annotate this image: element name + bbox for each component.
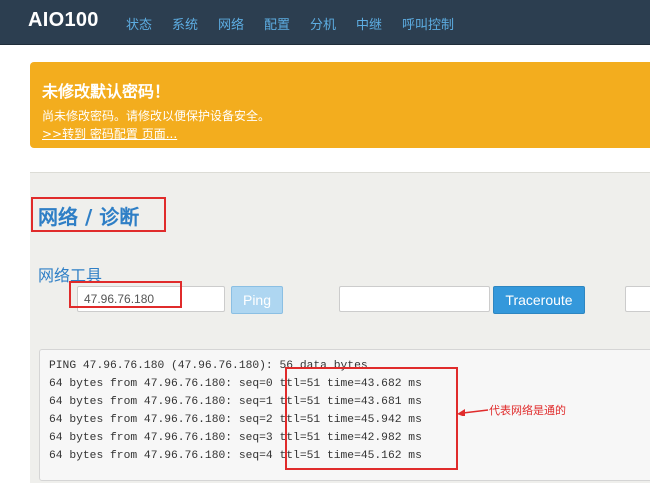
annotation-box-page-title (31, 197, 166, 232)
nav-item-trunk[interactable]: 中继 (356, 14, 382, 33)
nav-item-extension[interactable]: 分机 (310, 14, 336, 33)
annotation-box-ttl-results (285, 367, 458, 470)
traceroute-button[interactable]: Traceroute (493, 286, 585, 314)
top-navbar: AIO100 状态 系统 网络 配置 分机 中继 呼叫控制 (0, 0, 650, 45)
nslookup-address-input[interactable] (625, 286, 650, 312)
nav-item-network[interactable]: 网络 (218, 14, 244, 33)
password-warning-alert: 未修改默认密码！ 尚未修改密码。请修改以便保护设备安全。 >>转到 密码配置 页… (30, 62, 650, 148)
alert-text: 尚未修改密码。请修改以便保护设备安全。 (42, 109, 271, 123)
nav-item-call-control[interactable]: 呼叫控制 (402, 14, 454, 33)
nav-item-config[interactable]: 配置 (264, 14, 290, 33)
traceroute-address-input[interactable] (339, 286, 490, 312)
ping-button[interactable]: Ping (231, 286, 283, 314)
nav-item-system[interactable]: 系统 (172, 14, 198, 33)
brand-logo[interactable]: AIO100 (28, 9, 99, 32)
annotation-arrow-icon (457, 409, 489, 416)
annotation-label: 代表网络是通的 (489, 404, 566, 417)
annotation-box-ping-input (69, 281, 182, 308)
password-config-link[interactable]: >>转到 密码配置 页面... (42, 125, 177, 142)
alert-title: 未修改默认密码！ (42, 82, 171, 101)
nav-item-status[interactable]: 状态 (126, 14, 152, 33)
